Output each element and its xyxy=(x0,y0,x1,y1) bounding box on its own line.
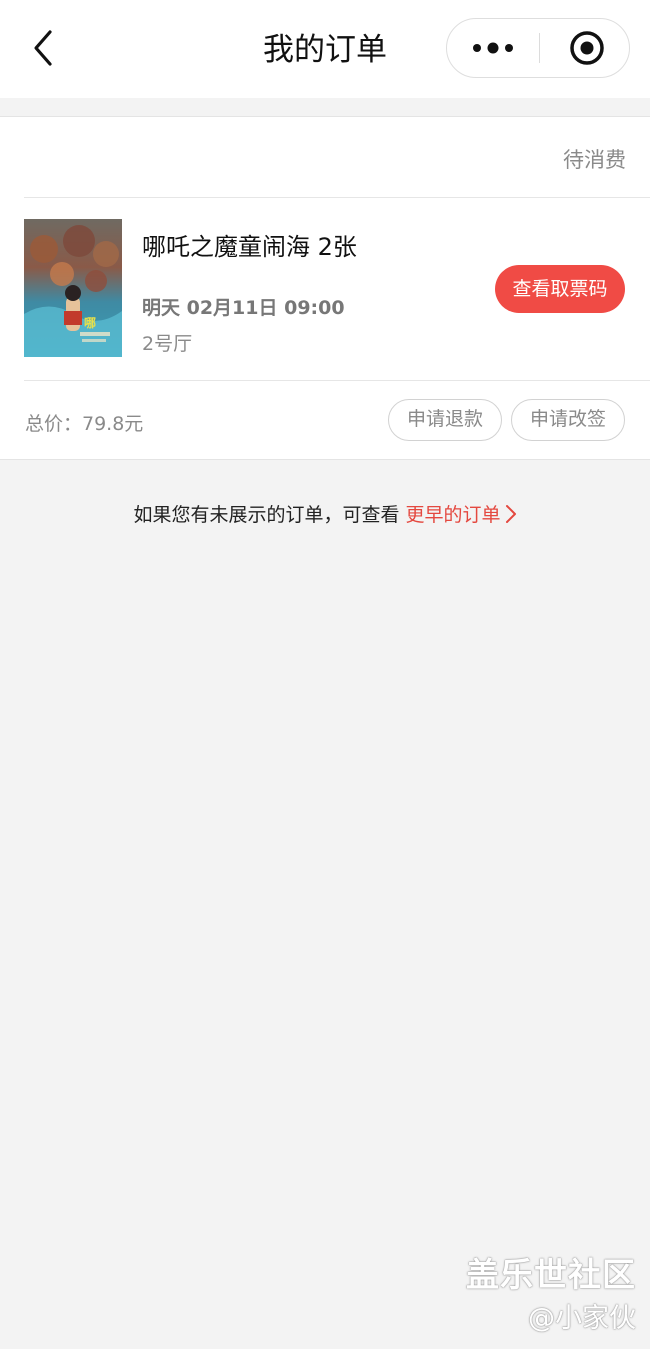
hall-number: 2号厅 xyxy=(142,333,193,355)
view-ticket-code-button[interactable]: 查看取票码 xyxy=(495,265,625,313)
close-target-icon[interactable] xyxy=(540,19,630,77)
svg-text:哪: 哪 xyxy=(84,316,96,330)
order-card[interactable]: 待消费 哪 哪吒之魔童闹海 2张 明天 02月11日 09:00 2号厅 查看取… xyxy=(0,116,650,460)
hint-text: 如果您有未展示的订单，可查看 xyxy=(133,504,400,526)
watermark-user: @小家伙 xyxy=(528,1303,636,1334)
show-time: 明天 02月11日 09:00 xyxy=(142,297,345,319)
mini-program-capsule xyxy=(446,18,630,78)
movie-poster[interactable]: 哪 xyxy=(24,219,122,357)
divider xyxy=(24,197,650,198)
earlier-orders-label: 更早的订单 xyxy=(405,504,501,526)
movie-title: 哪吒之魔童闹海 2张 xyxy=(142,233,357,261)
total-price: 总价：79.8元 xyxy=(25,413,144,435)
watermark-community: 盖乐世社区 xyxy=(466,1255,636,1294)
earlier-orders-link[interactable]: 更早的订单 xyxy=(406,504,517,526)
navigation-bar: 我的订单 xyxy=(0,0,650,98)
divider xyxy=(24,380,650,381)
earlier-orders-hint: 如果您有未展示的订单，可查看 更早的订单 xyxy=(0,500,650,529)
more-icon[interactable] xyxy=(447,19,539,77)
apply-refund-button[interactable]: 申请退款 xyxy=(388,399,502,441)
chevron-right-icon xyxy=(505,504,517,529)
apply-change-button[interactable]: 申请改签 xyxy=(511,399,625,441)
order-status: 待消费 xyxy=(563,148,626,172)
